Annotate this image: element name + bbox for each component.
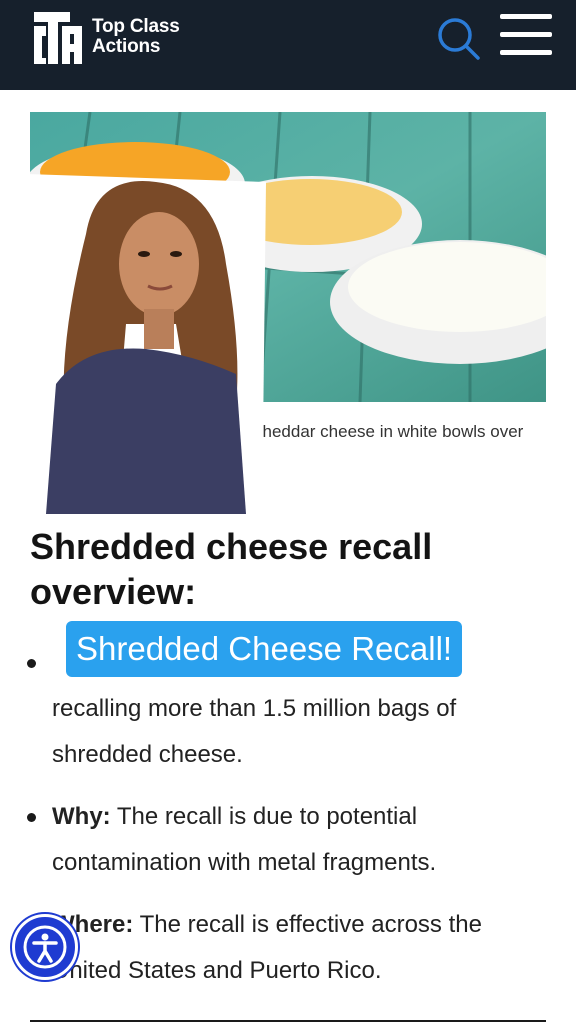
- bullet-dot: [27, 659, 36, 668]
- accessibility-button[interactable]: [12, 914, 78, 980]
- list-item: Why: The recall is due to potential cont…: [20, 794, 550, 886]
- video-caption-banner: Shredded Cheese Recall!: [66, 621, 463, 677]
- section-heading: Shredded cheese recall overview:: [30, 526, 433, 612]
- site-header: Top Class Actions: [0, 0, 576, 90]
- bullet-dot: [27, 813, 36, 822]
- list-item: Where: The recall is effective across th…: [20, 902, 550, 994]
- site-logo[interactable]: Top Class Actions: [30, 6, 200, 68]
- presenter-video-overlay: [26, 174, 276, 522]
- cta-logo-icon: [34, 12, 82, 64]
- bullet-label: Why:: [52, 803, 111, 830]
- divider: [30, 1020, 546, 1022]
- logo-text: Top Class Actions: [92, 16, 180, 57]
- search-icon: [438, 18, 480, 60]
- recall-bullet-list: recalling more than 1.5 million bags of …: [20, 640, 550, 1010]
- hamburger-menu-icon[interactable]: [500, 14, 556, 62]
- accessibility-icon: [23, 925, 67, 969]
- search-button[interactable]: [436, 16, 482, 62]
